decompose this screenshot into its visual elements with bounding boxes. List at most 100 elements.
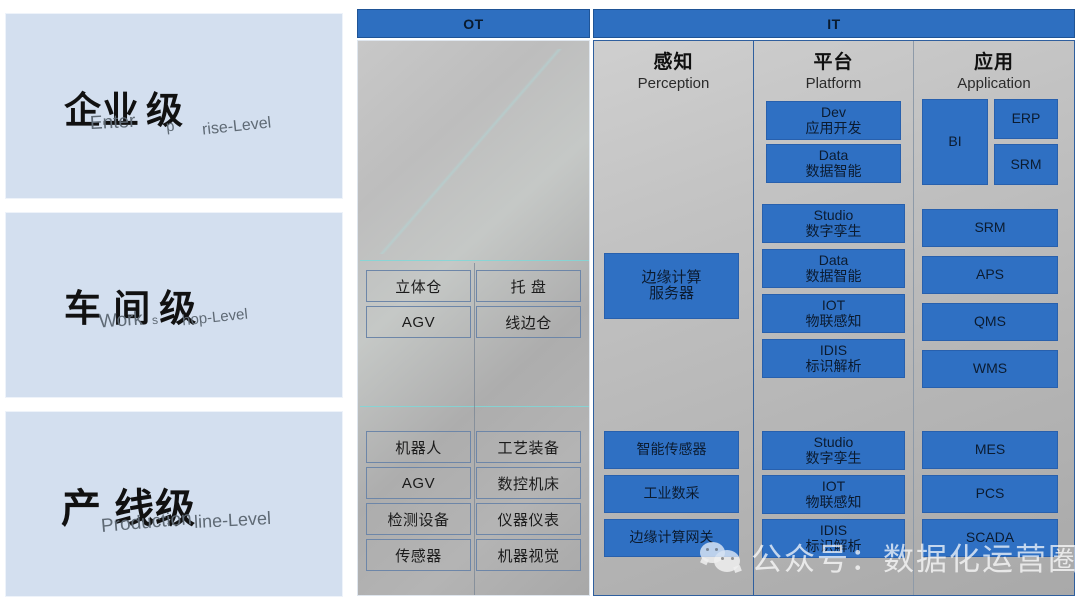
ot-cell-inspection-equipment[interactable]: 检测设备 bbox=[366, 503, 471, 535]
box-line-1: PCS bbox=[975, 485, 1005, 502]
level-title-en-enterprise-part3: rise-Level bbox=[201, 114, 273, 139]
box-line-1: Dev bbox=[821, 104, 846, 121]
level-panel-inner: 车 间级 Work s hop-Level bbox=[6, 213, 342, 397]
it-box-srm[interactable]: SRM bbox=[922, 209, 1058, 247]
ot-grid-production-line: 机器人 工艺装备 AGV 数控机床 检测设备 仪器仪表 传感器 机器视觉 bbox=[366, 431, 582, 571]
box-line-1: WMS bbox=[972, 360, 1008, 377]
box-line-1: Data bbox=[818, 147, 849, 164]
it-box-data-1[interactable]: Data 数据智能 bbox=[766, 144, 901, 183]
box-line-1: SRM bbox=[1010, 155, 1042, 172]
ot-cell-agv-workshop[interactable]: AGV bbox=[366, 306, 471, 338]
box-line-2: 数据智能 bbox=[805, 267, 862, 284]
ot-cell-instrumentation[interactable]: 仪器仪表 bbox=[476, 503, 581, 535]
box-line-1: 边缘计算 bbox=[641, 268, 702, 286]
box-line-1: APS bbox=[975, 266, 1004, 283]
column-header-cn: 应用 bbox=[973, 52, 1014, 73]
it-box-iot-1[interactable]: IOT 物联感知 bbox=[762, 294, 905, 333]
it-box-bi[interactable]: BI bbox=[922, 99, 988, 185]
box-line-1: IDIS bbox=[819, 522, 848, 539]
box-line-1: 智能传感器 bbox=[636, 441, 707, 458]
box-line-2: 标识解析 bbox=[805, 357, 862, 374]
ot-cell-pallet[interactable]: 托 盘 bbox=[476, 270, 581, 302]
box-line-1: MES bbox=[974, 441, 1006, 458]
it-box-idis-2[interactable]: IDIS 标识解析 bbox=[762, 519, 905, 558]
ot-cell-cnc-machine[interactable]: 数控机床 bbox=[476, 467, 581, 499]
ot-it-architecture-diagram: OT IT 立体仓 托 盘 AGV 线边仓 机器人 工艺装备 AGV 数控机床 … bbox=[352, 0, 1080, 605]
it-box-edge-computing-server[interactable]: 边缘计算 服务器 bbox=[604, 253, 739, 319]
it-box-smart-sensor[interactable]: 智能传感器 bbox=[604, 431, 739, 469]
it-box-wms[interactable]: WMS bbox=[922, 350, 1058, 388]
ot-cell-process-equipment[interactable]: 工艺装备 bbox=[476, 431, 581, 463]
column-header-application: 应用 Application bbox=[914, 47, 1074, 92]
box-line-1: ERP bbox=[1011, 110, 1041, 127]
level-panels-column: 企业级 Enter p rise-Level 车 间级 Work s hop-L… bbox=[0, 0, 352, 605]
ot-grid-workshop: 立体仓 托 盘 AGV 线边仓 bbox=[366, 270, 582, 338]
it-box-iot-2[interactable]: IOT 物联感知 bbox=[762, 475, 905, 514]
it-box-qms[interactable]: QMS bbox=[922, 303, 1058, 341]
column-header-en: Platform bbox=[805, 75, 862, 92]
ot-cell-machine-vision[interactable]: 机器视觉 bbox=[476, 539, 581, 571]
it-box-aps[interactable]: APS bbox=[922, 256, 1058, 294]
it-box-scada[interactable]: SCADA bbox=[922, 519, 1058, 557]
ot-cell-sensor[interactable]: 传感器 bbox=[366, 539, 471, 571]
level-panel-production-line: 产 线级 Production line-Level bbox=[5, 411, 343, 597]
box-line-1: IOT bbox=[821, 297, 846, 314]
box-line-2: 数据智能 bbox=[805, 162, 862, 179]
ot-panel: 立体仓 托 盘 AGV 线边仓 机器人 工艺装备 AGV 数控机床 检测设备 仪… bbox=[357, 40, 590, 596]
it-box-edge-computing-gateway[interactable]: 边缘计算网关 bbox=[604, 519, 739, 557]
it-column-application: 应用 Application BI ERP SRM SRM APS QMS WM… bbox=[914, 41, 1074, 595]
it-box-srm-small[interactable]: SRM bbox=[994, 144, 1058, 185]
it-box-idis-1[interactable]: IDIS 标识解析 bbox=[762, 339, 905, 378]
box-line-2: 标识解析 bbox=[805, 537, 862, 554]
box-line-2: 数字孪生 bbox=[805, 222, 862, 239]
box-line-2: 物联感知 bbox=[805, 493, 862, 510]
level-panel-workshop: 车 间级 Work s hop-Level bbox=[5, 212, 343, 398]
it-column-platform: 平台 Platform Dev 应用开发 Data 数据智能 Studio 数字… bbox=[754, 41, 914, 595]
box-line-1: 边缘计算网关 bbox=[629, 529, 714, 546]
it-box-erp[interactable]: ERP bbox=[994, 99, 1058, 139]
column-header-en: Application bbox=[957, 75, 1031, 92]
level-panel-inner: 企业级 Enter p rise-Level bbox=[6, 14, 342, 198]
box-line-2: 应用开发 bbox=[805, 119, 862, 136]
column-header-platform: 平台 Platform bbox=[754, 47, 913, 92]
box-line-2: 物联感知 bbox=[805, 312, 862, 329]
it-box-studio-1[interactable]: Studio 数字孪生 bbox=[762, 204, 905, 243]
column-header-cn: 平台 bbox=[813, 52, 854, 73]
ot-cell-robot[interactable]: 机器人 bbox=[366, 431, 471, 463]
it-box-dev[interactable]: Dev 应用开发 bbox=[766, 101, 901, 140]
box-line-1: 工业数采 bbox=[643, 485, 700, 502]
box-line-1: SRM bbox=[974, 219, 1006, 236]
ot-diagonal-accent bbox=[366, 49, 580, 254]
it-box-industrial-data-acquisition[interactable]: 工业数采 bbox=[604, 475, 739, 513]
it-box-mes[interactable]: MES bbox=[922, 431, 1058, 469]
level-title-en-enterprise-part1: Enter bbox=[89, 110, 136, 135]
box-line-1: IOT bbox=[821, 478, 846, 495]
band-header-it: IT bbox=[593, 9, 1075, 38]
level-title-en-production-part2: line-Level bbox=[193, 507, 272, 533]
ot-cell-line-side-warehouse[interactable]: 线边仓 bbox=[476, 306, 581, 338]
column-header-perception: 感知 Perception bbox=[594, 47, 753, 92]
band-header-ot: OT bbox=[357, 9, 590, 38]
column-header-cn: 感知 bbox=[653, 52, 694, 73]
it-box-data-2[interactable]: Data 数据智能 bbox=[762, 249, 905, 288]
ot-row-divider-upper bbox=[360, 260, 589, 261]
it-box-pcs[interactable]: PCS bbox=[922, 475, 1058, 513]
it-panel: 感知 Perception 边缘计算 服务器 智能传感器 工业数采 边缘计算网关… bbox=[593, 40, 1075, 596]
it-column-perception: 感知 Perception 边缘计算 服务器 智能传感器 工业数采 边缘计算网关 bbox=[594, 41, 754, 595]
ot-cell-agv-line[interactable]: AGV bbox=[366, 467, 471, 499]
box-line-2: 数字孪生 bbox=[805, 449, 862, 466]
column-header-en: Perception bbox=[637, 75, 710, 92]
box-line-1: QMS bbox=[974, 313, 1006, 330]
it-box-studio-2[interactable]: Studio 数字孪生 bbox=[762, 431, 905, 470]
box-line-2: 服务器 bbox=[648, 285, 694, 302]
level-panel-enterprise: 企业级 Enter p rise-Level bbox=[5, 13, 343, 199]
box-line-1: Studio bbox=[813, 434, 854, 451]
box-line-1: IDIS bbox=[819, 342, 848, 359]
box-line-1: Studio bbox=[813, 207, 854, 224]
level-title-en-workshop-part1: Work bbox=[98, 308, 144, 333]
box-line-1: BI bbox=[948, 133, 962, 150]
ot-cell-stereo-warehouse[interactable]: 立体仓 bbox=[366, 270, 471, 302]
level-panel-inner: 产 线级 Production line-Level bbox=[6, 412, 342, 596]
box-line-1: SCADA bbox=[965, 529, 1015, 546]
box-line-1: Data bbox=[818, 252, 849, 269]
